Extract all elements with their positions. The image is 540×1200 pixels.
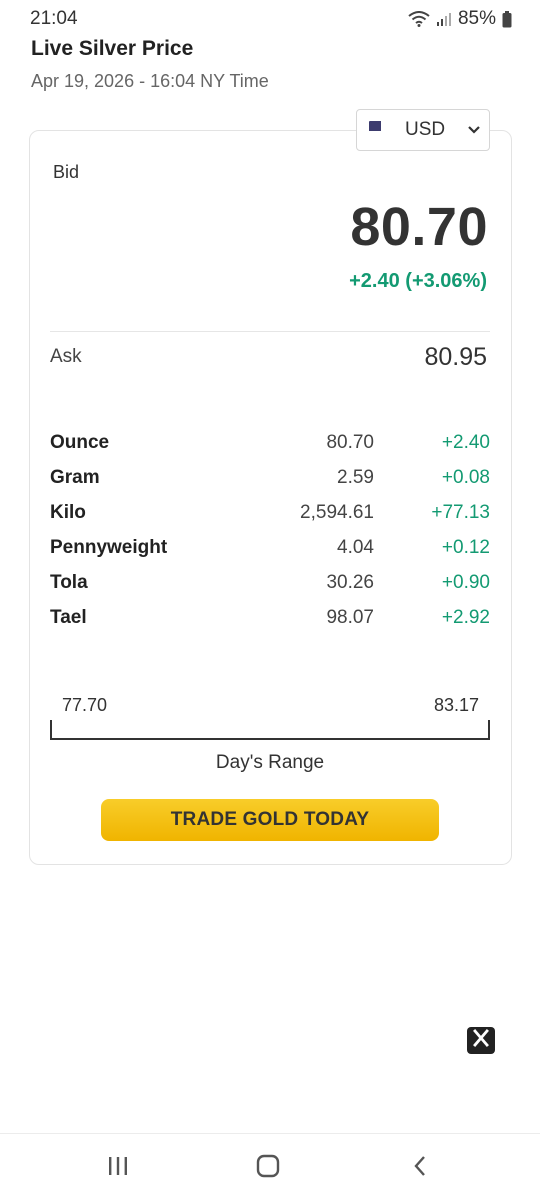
us-flag-icon [369, 121, 397, 139]
bid-change: +2.40 (+3.06%) [349, 270, 487, 292]
table-row: Tael 98.07 +2.92 [50, 607, 490, 642]
unit-price: 80.70 [326, 432, 374, 453]
close-icon [472, 1029, 490, 1052]
range-high: 83.17 [433, 695, 479, 715]
range-label: Day's Range [215, 752, 325, 773]
currency-value: USD [405, 119, 446, 140]
unit-price: 2.59 [337, 467, 374, 488]
table-row: Pennyweight 4.04 +0.12 [50, 537, 490, 572]
chevron-down-icon [467, 119, 481, 141]
range-low: 77.70 [62, 695, 108, 715]
unit-price: 4.04 [337, 537, 374, 558]
table-row: Ounce 80.70 +2.40 [50, 432, 490, 467]
unit-name: Gram [50, 467, 100, 488]
status-time: 21:04 [30, 8, 78, 29]
battery-icon [502, 10, 512, 28]
range-bar [50, 720, 490, 740]
unit-price: 2,594.61 [300, 502, 374, 523]
signal-icon [436, 11, 452, 27]
unit-change: +0.08 [441, 467, 490, 488]
timestamp: Apr 19, 2026 - 16:04 NY Time [31, 71, 269, 91]
ask-label: Ask [50, 346, 82, 367]
table-row: Gram 2.59 +0.08 [50, 467, 490, 502]
home-icon [256, 1154, 280, 1183]
home-button[interactable] [248, 1152, 288, 1184]
recent-apps-icon [107, 1155, 129, 1182]
bid-label: Bid [53, 162, 80, 182]
back-button[interactable] [400, 1152, 440, 1184]
unit-name: Tola [50, 572, 88, 593]
unit-change: +0.90 [441, 572, 490, 593]
unit-change: +0.12 [441, 537, 490, 558]
unit-name: Tael [50, 607, 87, 628]
unit-price: 98.07 [326, 607, 374, 628]
bid-value: 80.70 [350, 197, 488, 257]
unit-price-table: Ounce 80.70 +2.40 Gram 2.59 +0.08 Kilo 2… [50, 432, 490, 642]
unit-change: +77.13 [431, 502, 490, 523]
recent-apps-button[interactable] [98, 1152, 138, 1184]
battery-percent: 85% [457, 8, 496, 29]
status-bar: 21:04 85% [0, 0, 540, 38]
unit-name: Pennyweight [50, 537, 168, 558]
unit-name: Kilo [50, 502, 86, 523]
table-row: Kilo 2,594.61 +77.13 [50, 502, 490, 537]
unit-price: 30.26 [326, 572, 374, 593]
system-nav-bar [0, 1133, 540, 1200]
close-ad-button[interactable] [467, 1027, 495, 1054]
unit-change: +2.92 [441, 607, 490, 628]
back-icon [411, 1154, 429, 1183]
unit-change: +2.40 [441, 432, 490, 453]
divider [50, 331, 490, 332]
page-title: Live Silver Price [31, 37, 194, 60]
wifi-icon [408, 11, 430, 27]
ask-value: 80.95 [424, 343, 487, 371]
unit-name: Ounce [50, 432, 110, 453]
trade-gold-button[interactable]: TRADE GOLD TODAY [101, 799, 439, 841]
currency-select[interactable]: USD [356, 109, 490, 151]
table-row: Tola 30.26 +0.90 [50, 572, 490, 607]
status-icons: 85% [408, 8, 512, 30]
